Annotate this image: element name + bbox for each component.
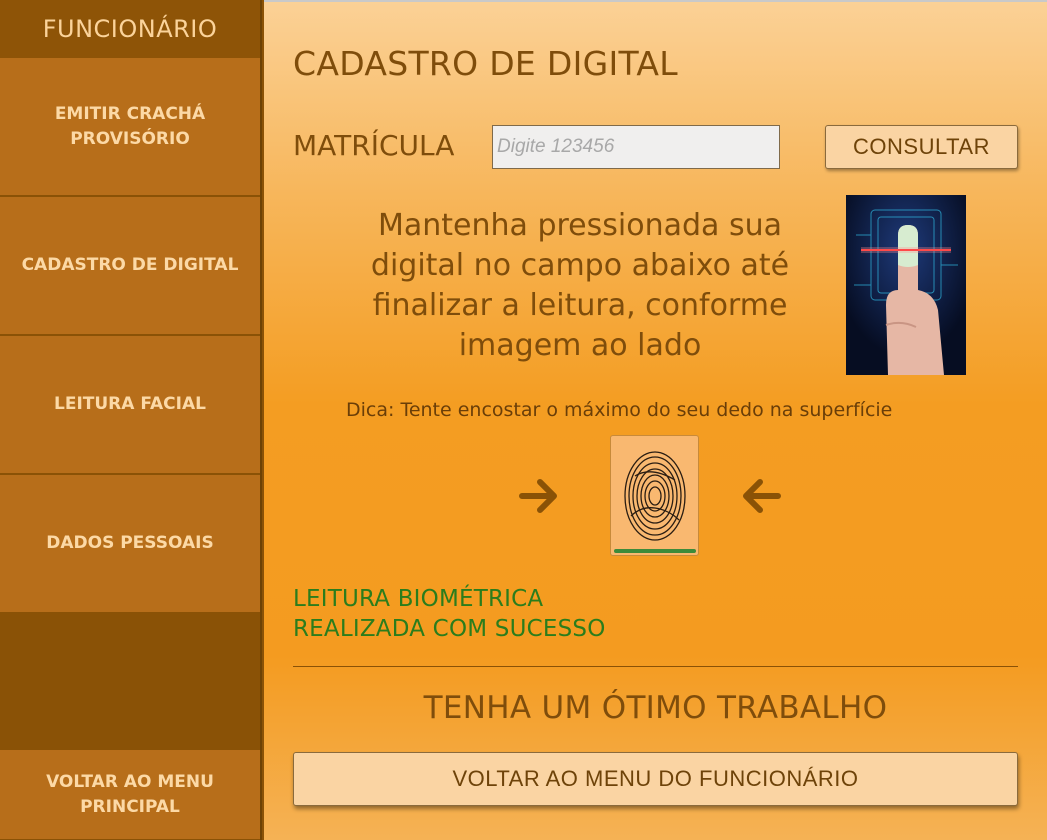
main-panel: CADASTRO DE DIGITAL MATRÍCULA CONSULTAR …	[264, 0, 1047, 840]
fingerprint-sensor[interactable]	[610, 435, 699, 556]
arrow-right-icon	[518, 474, 562, 518]
divider	[293, 666, 1018, 667]
sidebar-item-cadastro-digital[interactable]: CADASTRO DE DIGITAL	[0, 197, 260, 335]
matricula-label: MATRÍCULA	[293, 129, 455, 162]
sidebar-item-leitura-facial[interactable]: LEITURA FACIAL	[0, 336, 260, 474]
arrow-left-icon	[738, 474, 782, 518]
fingerprint-icon	[624, 451, 686, 541]
instruction-text: Mantenha pressionada sua digital no camp…	[370, 208, 790, 363]
success-line-2: REALIZADA COM SUCESSO	[293, 616, 606, 642]
finger-scan-photo-icon	[846, 195, 966, 375]
goodbye-message: TENHA UM ÓTIMO TRABALHO	[423, 690, 888, 726]
success-line-1: LEITURA BIOMÉTRICA	[293, 586, 544, 612]
page-title: CADASTRO DE DIGITAL	[293, 44, 678, 83]
matricula-input[interactable]	[492, 125, 780, 169]
scan-progress-bar	[614, 549, 696, 553]
tip-text: Dica: Tente encostar o máximo do seu ded…	[346, 399, 893, 421]
success-message: LEITURA BIOMÉTRICA REALIZADA COM SUCESSO	[293, 584, 606, 644]
consultar-button[interactable]: CONSULTAR	[825, 125, 1018, 169]
sidebar: FUNCIONÁRIO EMITIR CRACHÁ PROVISÓRIO CAD…	[0, 0, 262, 840]
sidebar-title: FUNCIONÁRIO	[0, 0, 260, 58]
sidebar-item-emitir-cracha[interactable]: EMITIR CRACHÁ PROVISÓRIO	[0, 58, 260, 196]
sidebar-spacer	[0, 613, 260, 749]
back-to-main-menu-button[interactable]: VOLTAR AO MENU PRINCIPAL	[0, 749, 260, 840]
sidebar-item-dados-pessoais[interactable]: DADOS PESSOAIS	[0, 475, 260, 613]
back-to-employee-menu-button[interactable]: VOLTAR AO MENU DO FUNCIONÁRIO	[293, 752, 1018, 806]
